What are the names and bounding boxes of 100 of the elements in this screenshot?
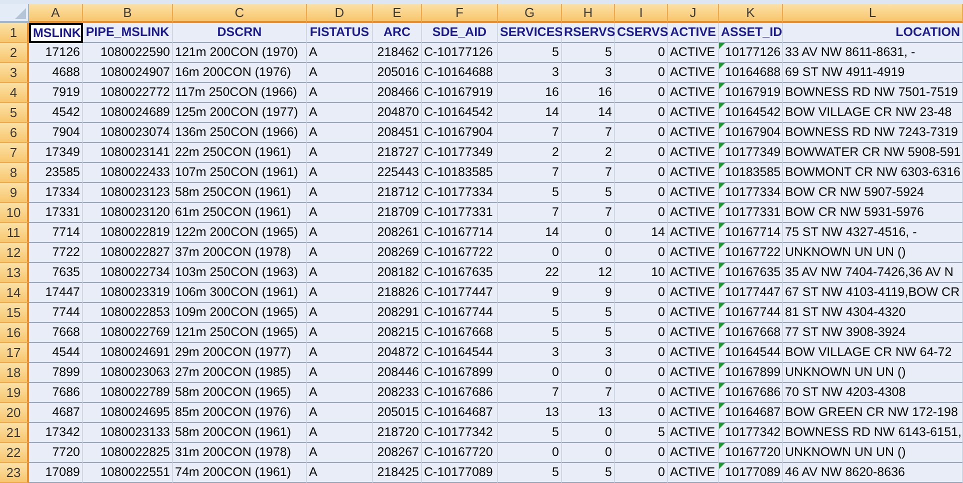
- table-cell-text: 10167919: [725, 84, 782, 102]
- column-header[interactable]: I: [615, 4, 668, 23]
- table-cell-text: 1080024689: [99, 104, 171, 122]
- column-header[interactable]: E: [373, 4, 422, 23]
- table-cell-text: 10167714: [725, 224, 782, 242]
- table-cell-text: 58m 250CON (1961): [174, 184, 292, 202]
- column-title: ARC: [382, 24, 412, 42]
- row-header[interactable]: 10: [0, 203, 29, 223]
- table-cell-text: 17342: [44, 424, 81, 442]
- row-header[interactable]: 13: [0, 263, 29, 283]
- row-header[interactable]: 15: [0, 303, 29, 323]
- table-cell-text: 7: [604, 124, 613, 142]
- table-cell-text: 27m 200CON (1985): [174, 364, 292, 382]
- table-cell-text: 29m 200CON (1977): [174, 344, 292, 362]
- table-cell-text: 218709: [376, 204, 420, 222]
- row-header[interactable]: 1: [0, 23, 29, 43]
- column-header[interactable]: J: [668, 4, 719, 23]
- table-cell-text: 0: [657, 184, 666, 202]
- table-cell-text: 0: [604, 244, 613, 262]
- table-cell-text: C-10183585: [423, 164, 494, 182]
- table-cell-text: 1080022734: [99, 264, 171, 282]
- row-header[interactable]: 17: [0, 343, 29, 363]
- table-cell-text: 0: [657, 444, 666, 462]
- row-header[interactable]: 22: [0, 443, 29, 463]
- row-header[interactable]: 6: [0, 123, 29, 143]
- column-header[interactable]: K: [719, 4, 783, 23]
- table-cell-text: 10167904: [725, 124, 782, 142]
- table-cell-text: 0: [657, 304, 666, 322]
- table-cell-text: BOW CR NW 5907-5924: [784, 184, 925, 202]
- row-header[interactable]: 7: [0, 143, 29, 163]
- table-cell-text: 218720: [376, 424, 420, 442]
- table-cell-text: A: [308, 104, 318, 122]
- row-header[interactable]: 20: [0, 403, 29, 423]
- row-header[interactable]: 18: [0, 363, 29, 383]
- column-header[interactable]: G: [498, 4, 562, 23]
- column-header[interactable]: C: [173, 4, 307, 23]
- table-cell-text: 13: [597, 404, 613, 422]
- table-cell-text: 5: [551, 424, 560, 442]
- table-cell-text: 14: [544, 104, 560, 122]
- table-cell-text: C-10164542: [423, 104, 494, 122]
- table-cell-text: 14: [597, 104, 613, 122]
- table-cell-text: 4544: [51, 344, 81, 362]
- row-header[interactable]: 16: [0, 323, 29, 343]
- table-cell-text: 10167686: [725, 384, 782, 402]
- table-cell-text: A: [308, 144, 318, 162]
- table-cell-text: 117m 250CON (1966): [174, 84, 298, 102]
- row-header[interactable]: 2: [0, 43, 29, 63]
- table-cell-text: 1080023141: [99, 144, 171, 162]
- row-header[interactable]: 9: [0, 183, 29, 203]
- table-cell-text: C-10164688: [423, 64, 494, 82]
- table-cell-text: 0: [657, 344, 666, 362]
- table-cell-text: 1080024691: [99, 344, 171, 362]
- table-cell-text: 10167635: [725, 264, 782, 282]
- table-cell-text: 205015: [376, 404, 420, 422]
- table-cell-text: A: [308, 164, 318, 182]
- table-cell-text: A: [308, 344, 318, 362]
- table-cell-text: 1080023133: [99, 424, 171, 442]
- row-header[interactable]: 8: [0, 163, 29, 183]
- table-cell-text: ACTIVE: [669, 464, 716, 482]
- table-cell-text: 17331: [44, 204, 81, 222]
- column-title: CSERVS: [616, 24, 667, 42]
- row-header[interactable]: 14: [0, 283, 29, 303]
- table-cell-text: 10167720: [725, 444, 782, 462]
- table-cell-text: 1080023319: [99, 284, 171, 302]
- select-all-corner[interactable]: [0, 4, 29, 23]
- table-cell-text: 205016: [376, 64, 420, 82]
- table-cell-text: 5: [604, 464, 613, 482]
- table-cell-text: 10177334: [725, 184, 782, 202]
- table-cell-text: 13: [544, 404, 560, 422]
- table-cell-text: 1080023123: [99, 184, 171, 202]
- column-header[interactable]: F: [422, 4, 498, 23]
- table-cell-text: 58m 200CON (1961): [174, 424, 292, 442]
- row-header[interactable]: 19: [0, 383, 29, 403]
- table-cell-text: 0: [657, 284, 666, 302]
- table-cell-text: ACTIVE: [669, 244, 716, 262]
- column-header[interactable]: H: [562, 4, 615, 23]
- table-cell-text: 218425: [376, 464, 420, 482]
- column-header[interactable]: B: [83, 4, 173, 23]
- table-cell-text: 85m 200CON (1976): [174, 404, 292, 422]
- table-cell-text: ACTIVE: [669, 204, 716, 222]
- row-header[interactable]: 12: [0, 243, 29, 263]
- table-cell-text: 208215: [376, 324, 420, 342]
- table-cell-text: A: [308, 384, 318, 402]
- row-header[interactable]: 21: [0, 423, 29, 443]
- column-header[interactable]: D: [307, 4, 373, 23]
- row-header[interactable]: 3: [0, 63, 29, 83]
- table-cell-text: 7: [604, 164, 613, 182]
- table-cell-text: 7635: [51, 264, 81, 282]
- table-cell-text: A: [308, 204, 318, 222]
- table-cell-text: 125m 200CON (1977): [174, 104, 299, 122]
- row-header[interactable]: 11: [0, 223, 29, 243]
- column-header[interactable]: L: [783, 4, 963, 23]
- row-header[interactable]: 23: [0, 463, 29, 483]
- table-cell-text: 16m 200CON (1976): [174, 64, 292, 82]
- column-header[interactable]: A: [29, 4, 83, 23]
- row-header[interactable]: 4: [0, 83, 29, 103]
- table-cell-text: 0: [657, 84, 666, 102]
- row-header[interactable]: 5: [0, 103, 29, 123]
- table-cell-text: 3: [604, 344, 613, 362]
- table-cell-text: A: [308, 84, 318, 102]
